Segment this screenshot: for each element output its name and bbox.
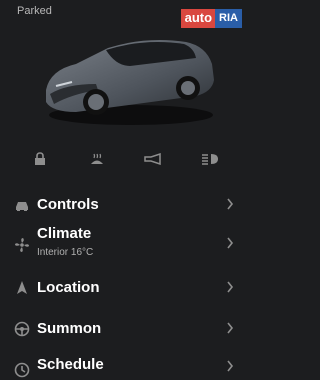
headlights-icon <box>202 154 218 165</box>
lock-button[interactable] <box>28 148 52 170</box>
chevron-right-icon <box>227 360 234 372</box>
chevron-right-icon <box>227 281 234 293</box>
menu-item-label: Climate <box>37 225 92 242</box>
menu-item-label: Summon <box>37 320 102 337</box>
car-image <box>46 40 214 125</box>
headlights-button[interactable] <box>198 148 222 170</box>
chevron-right-icon <box>227 237 234 249</box>
menu-item-label: Schedule <box>37 356 104 373</box>
horn-icon <box>144 153 161 165</box>
quick-actions-bar <box>0 148 250 170</box>
defrost-icon <box>91 153 103 164</box>
menu-item-summon[interactable]: Summon <box>0 311 250 347</box>
menu-item-controls[interactable]: Controls <box>0 186 250 222</box>
watermark-ria: RIA <box>215 9 242 28</box>
navigation-icon <box>17 281 27 294</box>
defrost-button[interactable] <box>85 148 109 170</box>
car-icon <box>16 202 28 211</box>
menu-item-climate[interactable]: Climate Interior 16°C <box>0 223 250 263</box>
clock-icon <box>14 362 30 378</box>
menu-item-schedule[interactable]: Schedule <box>0 350 250 380</box>
menu-item-label: Controls <box>37 196 99 213</box>
chevron-right-icon <box>227 322 234 334</box>
steering-wheel-icon <box>14 321 30 337</box>
menu-item-label: Location <box>37 279 100 296</box>
horn-button[interactable] <box>141 148 165 170</box>
menu-item-location[interactable]: Location <box>0 270 250 306</box>
chevron-right-icon <box>227 198 234 210</box>
status-text: Parked <box>17 5 52 17</box>
fan-icon <box>15 238 29 252</box>
lock-icon <box>35 152 45 165</box>
climate-interior-temp: Interior 16°C <box>37 247 94 258</box>
